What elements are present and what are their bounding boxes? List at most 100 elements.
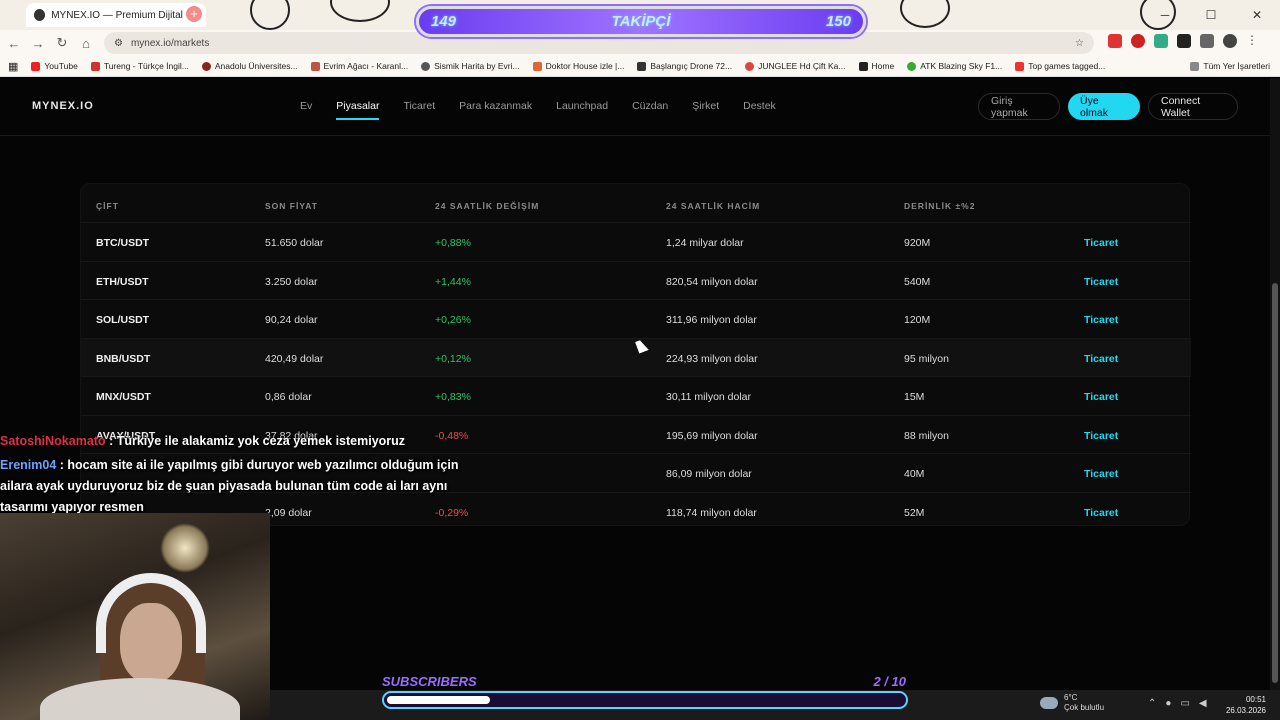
bookmark-label: Tureng - Türkçe İngil... (103, 61, 189, 71)
bookmark-item[interactable]: Tureng - Türkçe İngil... (90, 61, 189, 71)
reload-icon[interactable]: ↻ (50, 35, 74, 51)
all-bookmarks[interactable]: Tüm Yer İşaretleri (1190, 61, 1270, 71)
bookmark-item[interactable]: Başlangıç Drone 72... (637, 61, 732, 71)
subs-count: 2 / 10 (873, 674, 906, 689)
extensions-bar: ⋮ (1108, 34, 1260, 48)
taskbar-clock[interactable]: 00:51 26.03.2026 (1226, 694, 1266, 716)
trade-link[interactable]: Ticaret (1084, 276, 1118, 288)
window-controls: ─ ☐ ✕ (1142, 0, 1280, 30)
weather-temp: 6°C (1064, 693, 1078, 702)
trade-link[interactable]: Ticaret (1084, 391, 1118, 403)
follower-target: 150 (825, 13, 851, 30)
follower-current: 149 (431, 13, 457, 30)
site-info-icon[interactable]: ⚙ (114, 38, 123, 49)
bookmark-item[interactable]: Sismik Harita by Evri... (421, 61, 520, 71)
chat-username: Erenim04 (0, 458, 57, 472)
chat-username: SatoshiNokamato (0, 434, 106, 448)
extension-icon[interactable] (1131, 34, 1145, 48)
connect-wallet-button[interactable]: Connect Wallet (1148, 93, 1238, 120)
site-logo[interactable]: MYNEX.IO (32, 100, 94, 112)
trade-link[interactable]: Ticaret (1084, 353, 1118, 365)
change-cell: +0,88% (435, 237, 471, 249)
menu-item-wallet[interactable]: Cüzdan (632, 100, 668, 120)
trade-link[interactable]: Ticaret (1084, 237, 1118, 249)
bookmark-label: JUNGLEE Hd Çift Ka... (758, 61, 846, 71)
extension-icon[interactable] (1177, 34, 1191, 48)
tray-chevron-icon[interactable]: ⌃ (1148, 698, 1156, 709)
monitor-icon[interactable]: ▭ (1180, 698, 1189, 709)
clock-time: 00:51 (1245, 695, 1266, 704)
background-doodle (900, 0, 950, 28)
minimize-icon[interactable]: ─ (1142, 0, 1188, 30)
close-window-icon[interactable]: ✕ (1234, 0, 1280, 30)
apps-grid-icon[interactable]: ▦ (8, 60, 18, 73)
page-scrollbar[interactable] (1270, 78, 1280, 690)
menu-item-home[interactable]: Ev (300, 100, 312, 120)
signup-button[interactable]: Üye olmak (1068, 93, 1140, 120)
bookmark-label: YouTube (44, 61, 78, 71)
menu-kebab-icon[interactable]: ⋮ (1246, 34, 1260, 48)
menu-item-support[interactable]: Destek (743, 100, 776, 120)
bookmark-label: Evrim Ağacı - Karanl... (323, 61, 409, 71)
home-icon[interactable]: ⌂ (74, 36, 98, 51)
profile-avatar-icon[interactable] (1223, 34, 1237, 48)
volume-cell: 311,96 milyon dolar (666, 314, 757, 326)
menu-item-launchpad[interactable]: Launchpad (556, 100, 608, 120)
weather-widget[interactable]: 6°C Çok bulutlu (1040, 693, 1104, 713)
trade-link[interactable]: Ticaret (1084, 468, 1118, 480)
login-button[interactable]: Giriş yapmak (978, 93, 1060, 120)
headphones-icon (96, 573, 206, 653)
bookmark-item[interactable]: ATK Blazing Sky F1... (907, 61, 1002, 71)
chat-text: : Türkiye ile alakamiz yok ceza yemek is… (105, 434, 406, 448)
menu-item-markets[interactable]: Piyasalar (336, 100, 380, 120)
volume-cell: 820,54 milyon dolar (666, 275, 758, 288)
webcam-overlay (0, 513, 270, 720)
extension-icon[interactable] (1108, 34, 1122, 48)
auth-buttons: Giriş yapmak Üye olmak Connect Wallet (978, 93, 1238, 120)
volume-cell: 30,11 milyon dolar (666, 391, 752, 403)
extension-icon[interactable] (1154, 34, 1168, 48)
depth-cell: 40M (904, 468, 925, 480)
maximize-icon[interactable]: ☐ (1188, 0, 1234, 30)
bookmark-item[interactable]: Evrim Ağacı - Karanl... (310, 61, 409, 71)
price-cell: 420,49 dolar (265, 352, 324, 365)
change-cell: +0,12% (435, 352, 471, 365)
forward-icon[interactable]: → (26, 36, 50, 51)
bookmark-item[interactable]: YouTube (31, 61, 78, 71)
microphone-icon[interactable]: ● (1165, 698, 1171, 709)
scrollbar-thumb[interactable] (1272, 283, 1278, 683)
trade-link[interactable]: Ticaret (1084, 314, 1118, 326)
chat-message: SatoshiNokamato : Türkiye ile alakamiz y… (0, 431, 480, 452)
trade-link[interactable]: Ticaret (1084, 430, 1118, 442)
header-change: 24 SAATLİK DEĞİŞİM (435, 201, 540, 211)
bookmark-label: ATK Blazing Sky F1... (920, 61, 1003, 71)
back-icon[interactable]: ← (2, 36, 26, 51)
bookmark-label: Başlangıç Drone 72... (650, 61, 733, 71)
trade-link[interactable]: Ticaret (1084, 507, 1118, 519)
bookmark-item[interactable]: Home (858, 61, 894, 71)
menu-item-earn[interactable]: Para kazanmak (459, 100, 532, 120)
table-row: ETH/USDT 3.250 dolar +1,44% 820,54 milyon d… (81, 260, 1191, 299)
depth-cell: 95 milyon (904, 352, 949, 365)
price-cell: 3.250 dolar (265, 275, 318, 288)
new-tab-button[interactable]: + (186, 6, 202, 22)
speaker-icon[interactable]: ◀ (1199, 698, 1207, 709)
webcam-person-body (40, 678, 240, 720)
subs-label: SUBSCRIBERS (382, 674, 477, 689)
weather-desc: Çok bulutlu (1064, 703, 1105, 712)
bookmark-item[interactable]: Top games tagged... (1015, 61, 1105, 71)
bookmark-star-icon[interactable]: ☆ (1075, 38, 1084, 49)
extensions-puzzle-icon[interactable] (1200, 34, 1214, 48)
change-cell: +1,44% (435, 275, 471, 288)
pair-cell: BNB/USDT (96, 352, 151, 365)
menu-item-company[interactable]: Şirket (692, 100, 719, 120)
bookmark-item[interactable]: Doktor House izle |... (532, 61, 624, 71)
subscriber-goal-widget: SUBSCRIBERS 2 / 10 (382, 674, 908, 710)
menu-item-trade[interactable]: Ticaret (403, 100, 435, 120)
bookmark-item[interactable]: JUNGLEE Hd Çift Ka... (745, 61, 846, 71)
main-menu: Ev Piyasalar Ticaret Para kazanmak Launc… (300, 100, 800, 120)
site-navbar: MYNEX.IO Ev Piyasalar Ticaret Para kazan… (0, 78, 1270, 136)
browser-tab[interactable]: MYNEX.IO — Premium Dijital V ✕ (26, 3, 206, 27)
depth-cell: 920M (904, 237, 931, 249)
bookmark-item[interactable]: Anadolu Üniversites... (201, 61, 298, 71)
